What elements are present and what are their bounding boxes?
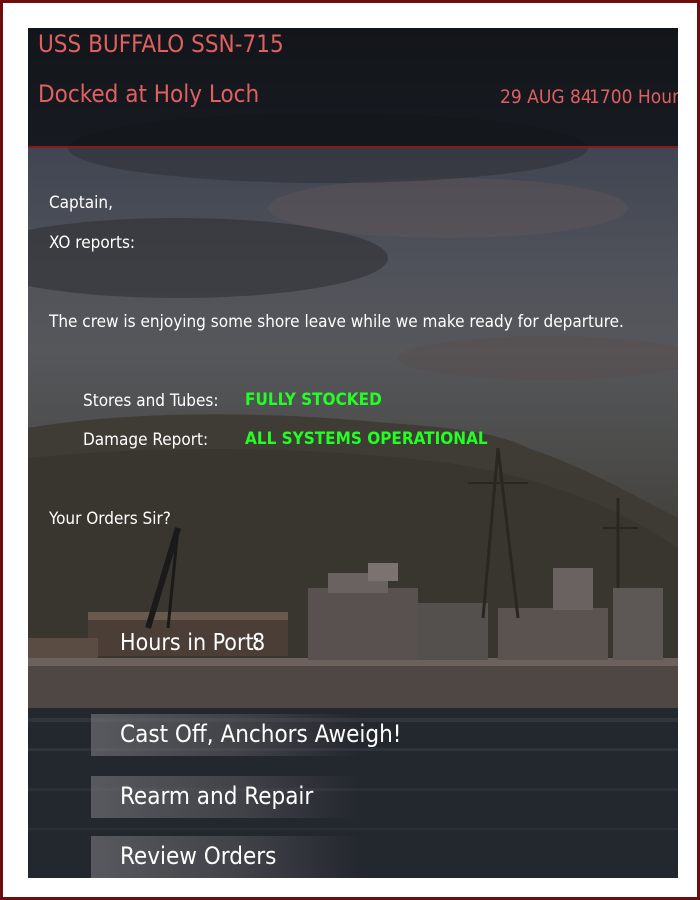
- xo-reports-text: XO reports:: [49, 233, 136, 253]
- stores-status: FULLY STOCKED: [245, 390, 382, 410]
- cast-off-button[interactable]: Cast Off, Anchors Aweigh!: [91, 714, 401, 756]
- stores-label: Stores and Tubes:: [83, 391, 219, 411]
- date-label: 29 AUG 84: [500, 86, 592, 108]
- location-status: Docked at Holy Loch: [38, 80, 260, 108]
- harbor-scene: USS BUFFALO SSN-715 Docked at Holy Loch …: [28, 28, 678, 878]
- greeting-text: Captain,: [49, 193, 113, 213]
- hours-in-port-value: 8: [252, 630, 266, 656]
- review-orders-button[interactable]: Review Orders: [91, 836, 361, 878]
- damage-label: Damage Report:: [83, 430, 209, 450]
- orders-prompt: Your Orders Sir?: [49, 509, 171, 529]
- report-message: The crew is enjoying some shore leave wh…: [49, 312, 624, 332]
- damage-status: ALL SYSTEMS OPERATIONAL: [245, 429, 488, 449]
- screen-frame: USS BUFFALO SSN-715 Docked at Holy Loch …: [0, 0, 700, 900]
- status-header: USS BUFFALO SSN-715 Docked at Holy Loch …: [28, 28, 678, 148]
- boat-name: USS BUFFALO SSN-715: [38, 30, 284, 58]
- time-label: 1700 Hours: [589, 86, 678, 108]
- hours-in-port-label: Hours in Port:: [120, 630, 261, 656]
- rearm-repair-button[interactable]: Rearm and Repair: [91, 776, 361, 818]
